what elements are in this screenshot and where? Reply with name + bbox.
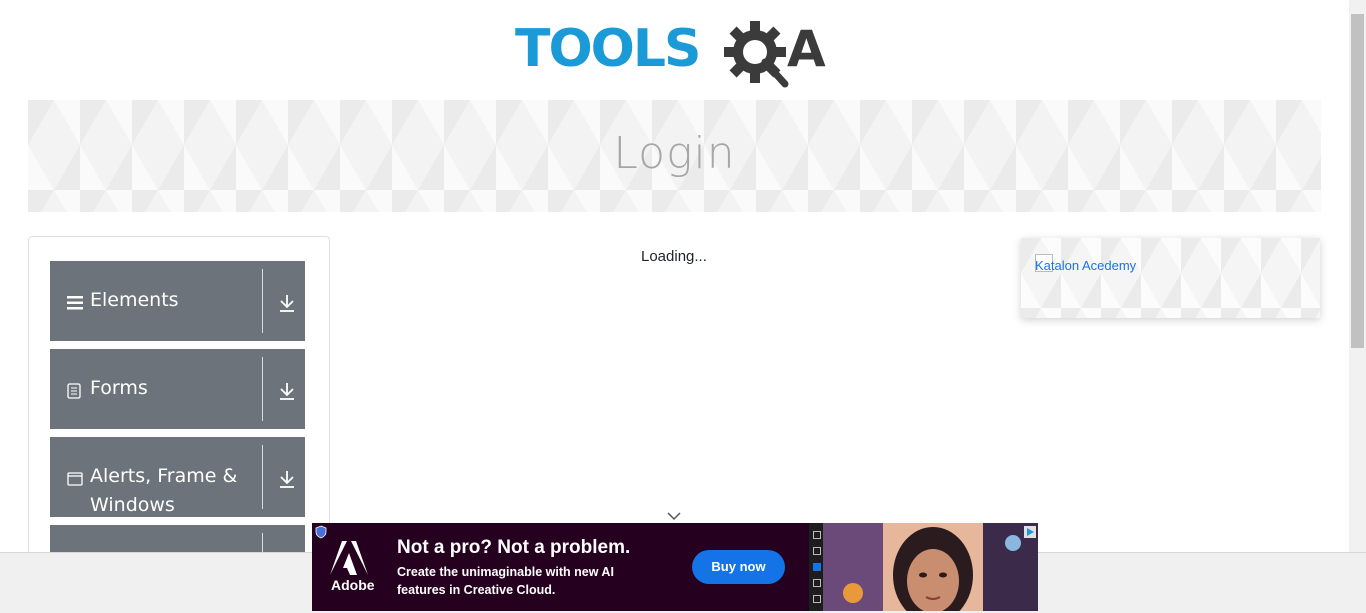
logo-graphic: TOOLS A bbox=[515, 19, 826, 88]
adchoices-icon[interactable] bbox=[1024, 525, 1036, 538]
buy-now-button[interactable]: Buy now bbox=[692, 550, 785, 584]
sidebar-group-forms[interactable]: Forms bbox=[50, 349, 305, 429]
window-icon bbox=[67, 471, 83, 490]
chevron-down-icon[interactable] bbox=[666, 507, 682, 521]
sidebar-group-label: Elements bbox=[90, 289, 179, 311]
logo-tools-text: TOOLS bbox=[515, 19, 699, 79]
divider bbox=[262, 357, 263, 421]
scrollbar-thumb[interactable] bbox=[1351, 14, 1364, 348]
tool-icon bbox=[813, 563, 821, 571]
sidebar-group-label: Forms bbox=[90, 377, 148, 399]
divider bbox=[262, 269, 263, 333]
vertical-scrollbar[interactable] bbox=[1349, 0, 1366, 552]
portrait-illustration bbox=[823, 523, 1038, 611]
right-ad-panel[interactable]: Katalon Acedemy bbox=[1021, 238, 1320, 318]
document-icon bbox=[67, 383, 81, 403]
tool-icon bbox=[813, 547, 821, 555]
page-title: Login bbox=[613, 128, 736, 179]
shield-icon bbox=[314, 525, 328, 539]
download-icon[interactable] bbox=[278, 469, 296, 489]
page-banner: Login bbox=[28, 100, 1321, 212]
adobe-ad-banner[interactable]: Adobe Not a pro? Not a problem. Create t… bbox=[312, 523, 1038, 611]
hamburger-icon bbox=[67, 295, 83, 314]
ad-toolbar-graphic bbox=[809, 523, 823, 611]
ad-brand: Adobe bbox=[331, 577, 375, 593]
ad-body: Create the unimaginable with new AI feat… bbox=[397, 565, 614, 597]
logo-a-text: A bbox=[787, 20, 826, 78]
toolsqa-logo[interactable]: TOOLS A bbox=[515, 14, 840, 94]
ad-portrait-image bbox=[823, 523, 1038, 611]
tool-icon bbox=[813, 579, 821, 587]
ad-headline: Not a pro? Not a problem. bbox=[397, 537, 631, 558]
sidebar: Elements Forms Alerts, Frame & Windows bbox=[28, 236, 330, 568]
download-icon[interactable] bbox=[278, 381, 296, 401]
sidebar-group-label: Alerts, Frame & Windows bbox=[90, 465, 238, 516]
divider bbox=[262, 445, 263, 509]
sidebar-group-elements[interactable]: Elements bbox=[50, 261, 305, 341]
ad-image-alt-link[interactable]: Katalon Acedemy bbox=[1035, 258, 1136, 273]
adobe-logo-icon bbox=[330, 541, 368, 575]
download-icon[interactable] bbox=[278, 293, 296, 313]
loading-text: Loading... bbox=[641, 248, 707, 265]
tool-icon bbox=[813, 531, 821, 539]
sidebar-group-alerts[interactable]: Alerts, Frame & Windows bbox=[50, 437, 305, 517]
tool-icon bbox=[813, 595, 821, 603]
gear-icon bbox=[724, 21, 789, 88]
